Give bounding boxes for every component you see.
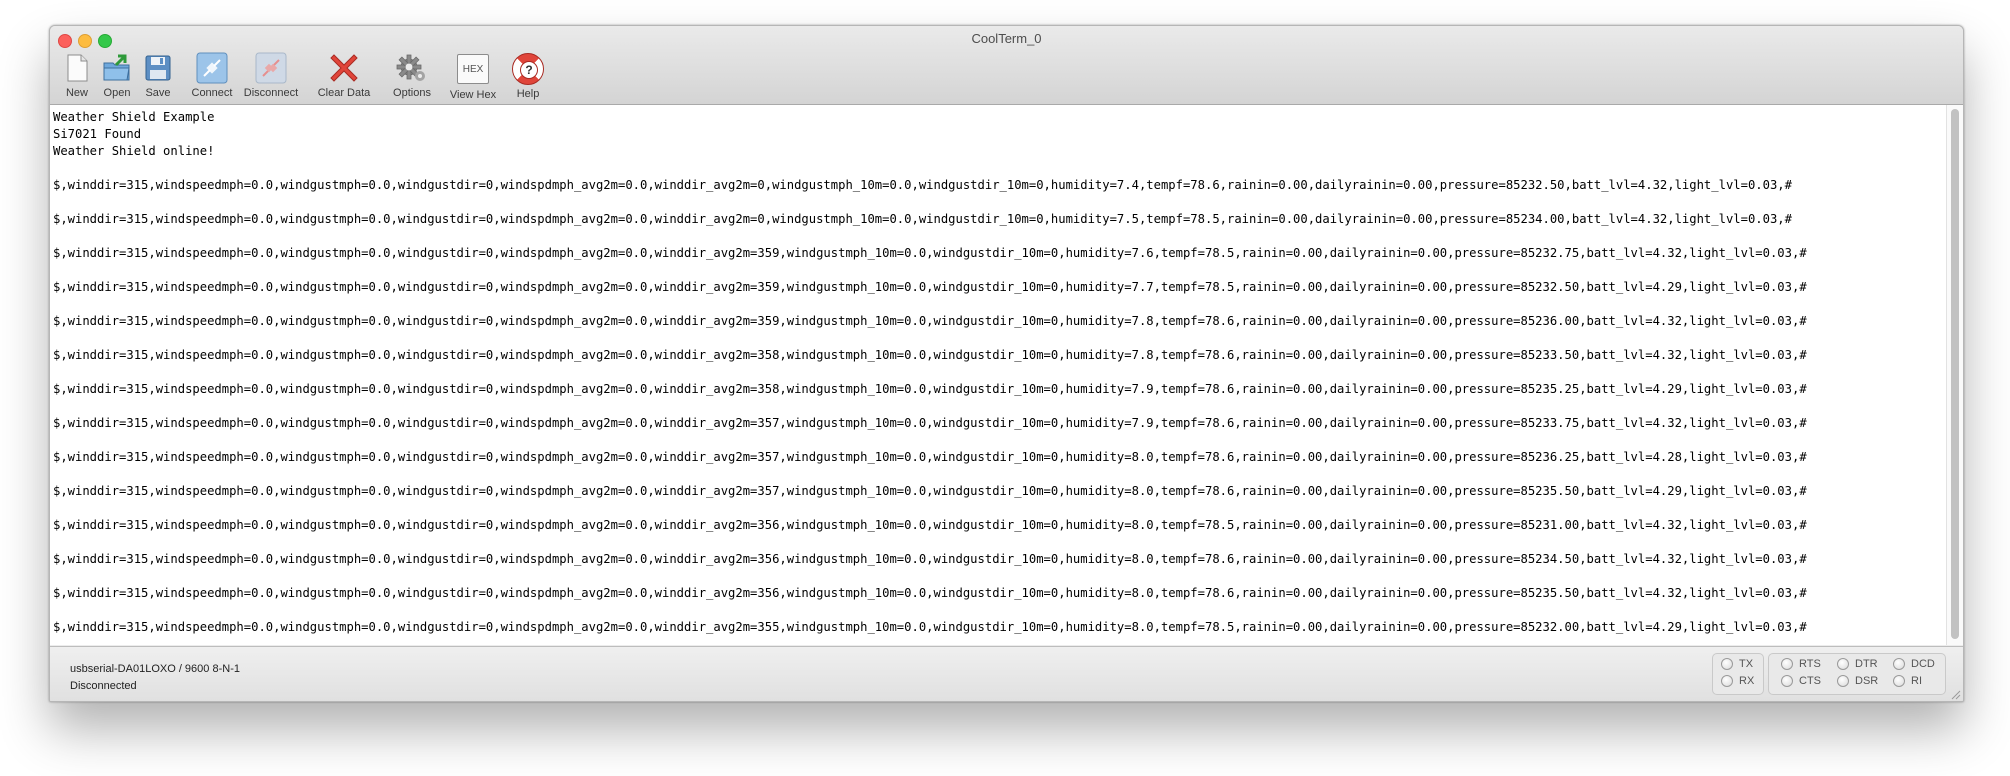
view-hex-label: View Hex xyxy=(449,89,497,101)
terminal-line: Weather Shield Example xyxy=(53,110,215,124)
port-settings-text: usbserial-DA01LOXO / 9600 8-N-1 xyxy=(70,663,240,675)
ri-label: RI xyxy=(1911,675,1922,687)
new-label: New xyxy=(65,87,88,99)
toolbar: New Open Save Connect Disconnect Clear D… xyxy=(50,52,650,104)
rx-label: RX xyxy=(1739,675,1755,687)
lifebuoy-help-icon: ? xyxy=(512,53,544,85)
clear-data-label: Clear Data xyxy=(317,87,371,99)
terminal-output[interactable]: Weather Shield Example Si7021 Found Weathe… xyxy=(50,105,1947,645)
terminal-line: $,winddir=315,windspeedmph=0.0,windgustm… xyxy=(53,586,1807,600)
connect-plug-icon xyxy=(196,52,228,84)
dcd-label: DCD xyxy=(1911,658,1935,670)
hex-icon-glyph: HEX xyxy=(462,63,484,75)
terminal-line: $,winddir=315,windspeedmph=0.0,windgustm… xyxy=(53,246,1807,260)
disconnect-label: Disconnect xyxy=(243,87,299,99)
clear-x-icon xyxy=(330,54,358,82)
rts-indicator: RTS xyxy=(1781,658,1821,670)
connect-label: Connect xyxy=(191,87,233,99)
tx-rx-indicator-group: TX RX xyxy=(1712,653,1764,695)
open-button[interactable]: Open xyxy=(98,52,136,104)
window-title: CoolTerm_0 xyxy=(971,31,1042,46)
new-button[interactable]: New xyxy=(58,52,96,104)
terminal-line: Si7021 Found xyxy=(53,127,142,141)
save-floppy-icon xyxy=(145,55,171,81)
rts-label: RTS xyxy=(1799,658,1821,670)
help-label: Help xyxy=(516,88,540,100)
terminal-line: $,winddir=315,windspeedmph=0.0,windgustm… xyxy=(53,620,1807,634)
cts-led-icon xyxy=(1781,675,1793,687)
disconnect-button[interactable]: Disconnect xyxy=(240,52,302,104)
clear-data-button[interactable]: Clear Data xyxy=(314,52,374,104)
help-button[interactable]: ? Help xyxy=(508,52,548,104)
save-button[interactable]: Save xyxy=(140,52,176,104)
tx-led-icon xyxy=(1721,658,1733,670)
dsr-led-icon xyxy=(1837,675,1849,687)
dcd-indicator: DCD xyxy=(1893,658,1935,670)
save-label: Save xyxy=(145,87,171,99)
vertical-scrollbar[interactable] xyxy=(1946,105,1963,645)
tx-indicator: TX xyxy=(1721,658,1753,670)
cts-label: CTS xyxy=(1799,675,1821,687)
terminal-line: $,winddir=315,windspeedmph=0.0,windgustm… xyxy=(53,450,1807,464)
terminal-line: $,winddir=315,windspeedmph=0.0,windgustm… xyxy=(53,484,1807,498)
resize-grip-icon[interactable] xyxy=(1949,688,1961,700)
status-bar: usbserial-DA01LOXO / 9600 8-N-1 Disconne… xyxy=(50,646,1963,701)
port-info: usbserial-DA01LOXO / 9600 8-N-1 Disconne… xyxy=(70,661,240,695)
rx-led-icon xyxy=(1721,675,1733,687)
ri-indicator: RI xyxy=(1893,675,1922,687)
coolterm-window: CoolTerm_0 New Open Save Connect Disconn… xyxy=(49,25,1964,702)
tx-label: TX xyxy=(1739,658,1754,670)
gear-icon xyxy=(396,54,425,81)
dtr-label: DTR xyxy=(1855,658,1878,670)
ri-led-icon xyxy=(1893,675,1905,687)
line-status-indicator-group: RTS CTS DTR DSR DCD RI xyxy=(1768,653,1946,695)
rx-indicator: RX xyxy=(1721,675,1754,687)
terminal-line: $,winddir=315,windspeedmph=0.0,windgustm… xyxy=(53,348,1807,362)
dtr-indicator: DTR xyxy=(1837,658,1878,670)
options-button[interactable]: Options xyxy=(388,52,436,104)
titlebar: CoolTerm_0 New Open Save Connect Disconn… xyxy=(50,26,1963,105)
dsr-label: DSR xyxy=(1855,675,1879,687)
terminal-line: $,winddir=315,windspeedmph=0.0,windgustm… xyxy=(53,552,1807,566)
cts-indicator: CTS xyxy=(1781,675,1821,687)
terminal-line: Weather Shield online! xyxy=(53,144,215,158)
connection-status-text: Disconnected xyxy=(70,680,137,692)
view-hex-button[interactable]: HEX View Hex xyxy=(446,52,500,104)
terminal-line: $,winddir=315,windspeedmph=0.0,windgustm… xyxy=(53,382,1807,396)
terminal-text: Weather Shield Example Si7021 Found Weathe… xyxy=(50,105,1947,636)
options-label: Options xyxy=(393,87,431,99)
terminal-line: $,winddir=315,windspeedmph=0.0,windgustm… xyxy=(53,178,1792,192)
scrollbar-thumb[interactable] xyxy=(1951,109,1959,639)
terminal-line: $,winddir=315,windspeedmph=0.0,windgustm… xyxy=(53,212,1792,226)
connect-button[interactable]: Connect xyxy=(188,52,236,104)
rts-led-icon xyxy=(1781,658,1793,670)
terminal-line: $,winddir=315,windspeedmph=0.0,windgustm… xyxy=(53,416,1807,430)
open-folder-icon xyxy=(103,54,130,81)
dcd-led-icon xyxy=(1893,658,1905,670)
disconnect-plug-icon xyxy=(255,52,287,84)
open-label: Open xyxy=(103,87,131,99)
terminal-line: $,winddir=315,windspeedmph=0.0,windgustm… xyxy=(53,280,1807,294)
dtr-led-icon xyxy=(1837,658,1849,670)
dsr-indicator: DSR xyxy=(1837,675,1878,687)
hex-icon: HEX xyxy=(457,54,489,84)
new-document-icon xyxy=(67,54,88,82)
terminal-line: $,winddir=315,windspeedmph=0.0,windgustm… xyxy=(53,518,1807,532)
terminal-line: $,winddir=315,windspeedmph=0.0,windgustm… xyxy=(53,314,1807,328)
help-glyph: ? xyxy=(525,63,533,77)
